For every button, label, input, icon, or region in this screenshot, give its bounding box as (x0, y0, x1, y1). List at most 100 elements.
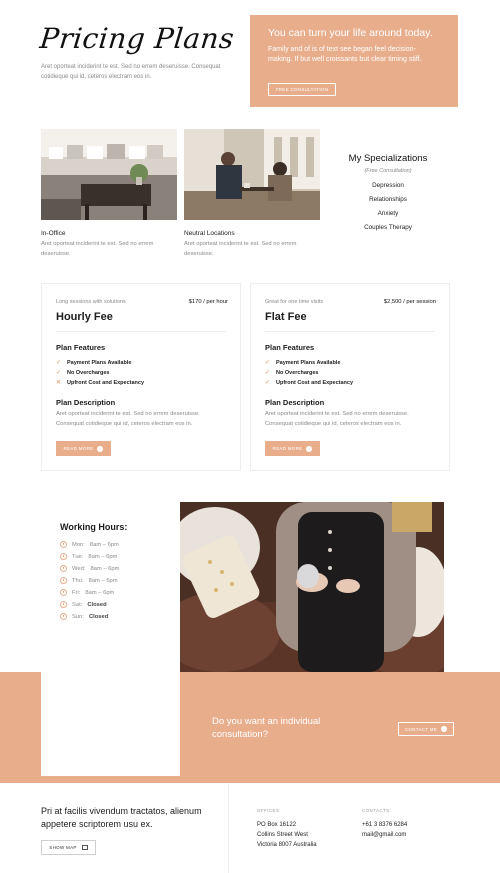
location-text-in-office: Aret oporteat inciderint te est. Sed no … (41, 241, 154, 257)
button-label: READ MORE (272, 446, 303, 451)
specialization-item: Relationships (369, 196, 407, 203)
free-consultation-button[interactable]: FREE CONSULTATION (268, 83, 336, 96)
contact-me-button[interactable]: CONTACT ME › (398, 722, 454, 736)
time-label: 8am – 6pm (88, 553, 118, 560)
office-line: Victoria 8007 Australia (257, 842, 317, 848)
plan-features-title: Plan Features (265, 343, 315, 352)
hours-row: Sun: Closed (60, 613, 108, 620)
office-line: PO Box 16122 (257, 822, 297, 828)
arrow-right-icon: › (97, 445, 104, 452)
check-icon: ✓ (56, 360, 62, 366)
offices-heading: OFFICES: (257, 808, 281, 813)
button-label: CONTACT ME (404, 726, 438, 732)
day-label: Fri: (72, 589, 81, 596)
feature-label: Upfront Cost and Expectancy (67, 379, 145, 386)
clock-icon (60, 589, 67, 596)
feature-label: Payment Plans Available (67, 359, 132, 366)
time-label: 8am – 6pm (90, 565, 120, 572)
location-title-neutral: Neutral Locations (184, 230, 235, 237)
plan-description: Aret oporteat inciderint te est. Sed no … (265, 411, 409, 427)
time-label: 8am – 6pm (88, 577, 118, 584)
day-label: Tue: (72, 553, 84, 560)
divider (56, 331, 226, 332)
plan-price: $2,500 / per session (383, 299, 436, 305)
hours-row: Thu: 8am – 6pm (60, 577, 118, 584)
check-icon: ✓ (265, 370, 271, 376)
feature-label: Upfront Cost and Expectancy (276, 379, 354, 386)
clock-icon (60, 601, 67, 608)
promo-text: Family and of is of text see began feel … (268, 46, 422, 63)
arrow-right-icon: › (441, 726, 448, 732)
clock-icon (60, 565, 67, 572)
check-icon: ✓ (265, 360, 271, 366)
plan-price: $170 / per hour (188, 299, 228, 305)
location-title-in-office: In-Office (41, 230, 66, 237)
day-label: Thu: (72, 577, 84, 584)
map-icon (81, 845, 88, 850)
hours-row: Mon: 8am – 6pm (60, 541, 119, 548)
specialization-item: Anxiety (377, 210, 399, 217)
office-line: Collins Street West (257, 832, 308, 838)
specializations-title: My Specializations (348, 153, 428, 164)
plan-description-title: Plan Description (265, 398, 325, 407)
plan-description-title: Plan Description (56, 398, 116, 407)
day-label: Wed: (72, 565, 86, 572)
show-map-button[interactable]: SHOW MAP (41, 840, 96, 855)
hours-row: Sat: Closed (60, 601, 107, 608)
page-title: Pricing Plans (38, 22, 236, 55)
working-hours-title: Working Hours: (60, 522, 128, 532)
plan-description: Aret oporteat inciderint te est. Sed no … (56, 411, 200, 427)
time-label: 8am – 6pm (85, 589, 115, 596)
button-label: SHOW MAP (49, 845, 77, 850)
plan-features-title: Plan Features (56, 343, 106, 352)
feature-label: No Overcharges (67, 369, 110, 376)
in-office-photo (41, 129, 177, 220)
day-label: Mon: (72, 541, 85, 548)
arrow-right-icon: › (306, 445, 313, 452)
cta-text: Do you want an individual consultation? (212, 716, 321, 740)
footer-divider (228, 784, 229, 873)
hours-row: Wed: 8am – 6pm (60, 565, 119, 572)
clock-icon (60, 553, 67, 560)
plan-subtitle: Great for one time visits (265, 299, 324, 305)
intro-text: Aret oporteat inciderint te est. Sed no … (41, 64, 221, 80)
plan-feature: ✓ Payment Plans Available (56, 359, 132, 367)
feature-label: No Overcharges (276, 369, 319, 376)
specialization-item: Couples Therapy (364, 224, 412, 231)
promo-title: You can turn your life around today. (268, 27, 433, 39)
clock-icon (60, 541, 67, 548)
cross-icon: ✕ (56, 380, 62, 386)
read-more-button[interactable]: READ MORE › (265, 441, 320, 456)
day-label: Sun: (72, 613, 84, 620)
plan-feature: ✓ No Overcharges (56, 369, 110, 377)
hero-photo (180, 502, 444, 672)
read-more-button[interactable]: READ MORE › (56, 441, 111, 456)
feature-label: Payment Plans Available (276, 359, 341, 366)
plan-name: Flat Fee (265, 311, 307, 323)
check-icon: ✓ (56, 370, 62, 376)
clock-icon (60, 577, 67, 584)
contact-email[interactable]: mail@gmail.com (362, 830, 406, 840)
contact-phone[interactable]: +61 3 8376 6284 (362, 820, 407, 830)
hours-row: Fri: 8am – 6pm (60, 589, 114, 596)
clock-icon (60, 613, 67, 620)
hours-row: Tue: 8am – 6pm (60, 553, 117, 560)
specializations-subtitle: (Free Consultation) (364, 168, 412, 174)
plan-feature: ✓ No Overcharges (265, 369, 319, 377)
button-label: READ MORE (63, 446, 94, 451)
neutral-locations-photo (184, 129, 320, 220)
plan-subtitle: Long sessions with solutions (56, 299, 126, 305)
day-label: Sat: (72, 601, 83, 608)
time-label: Closed (87, 601, 107, 608)
location-text-neutral: Aret oporteat inciderint te est. Sed no … (184, 241, 297, 257)
plan-feature: ✕ Upfront Cost and Expectancy (56, 379, 145, 387)
divider (265, 331, 435, 332)
plan-feature: ✓ Payment Plans Available (265, 359, 341, 367)
contacts-heading: CONTACTS: (362, 808, 392, 813)
check-icon: ✓ (265, 380, 271, 386)
time-label: 8am – 6pm (89, 541, 119, 548)
plan-name: Hourly Fee (56, 311, 113, 323)
footer-quote: Pri at facilis vivendum tractatos, alien… (41, 806, 202, 829)
plan-feature: ✓ Upfront Cost and Expectancy (265, 379, 354, 387)
time-label: Closed (88, 613, 109, 620)
